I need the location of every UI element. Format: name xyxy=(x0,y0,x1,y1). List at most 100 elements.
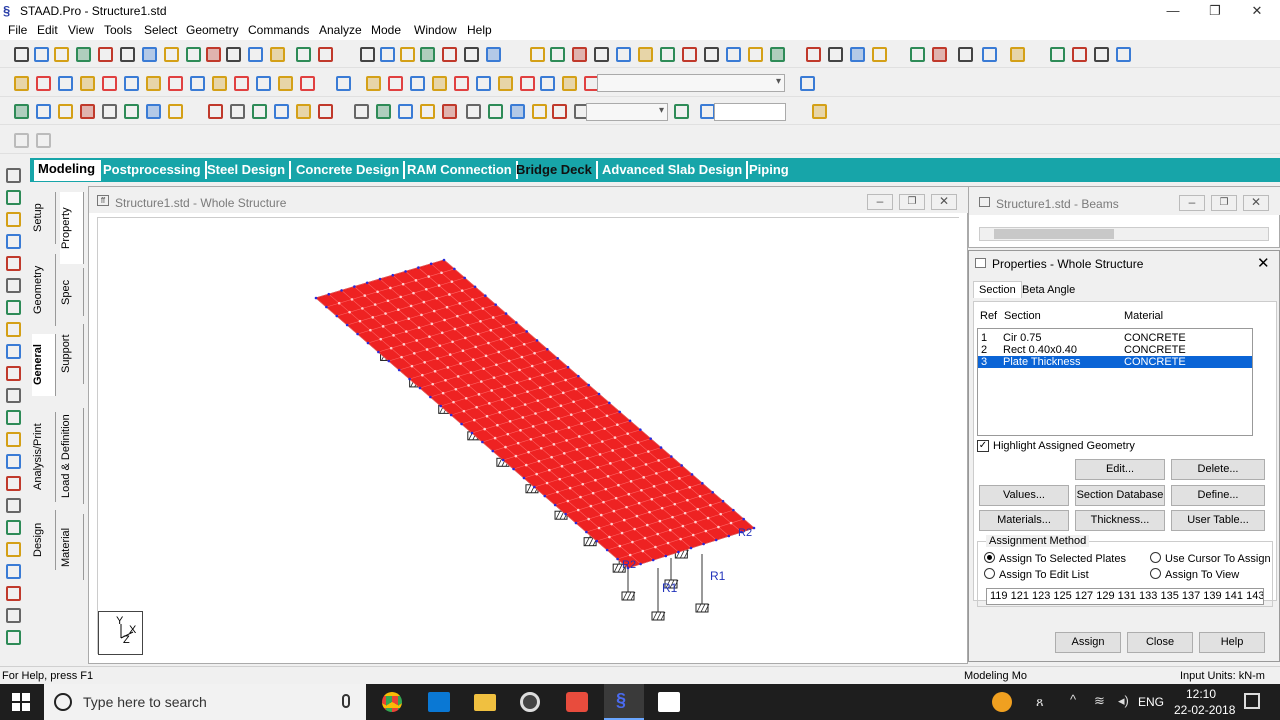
toolbar-tool-icon[interactable] xyxy=(212,76,227,91)
left-tool-icon[interactable] xyxy=(6,476,21,491)
toolbar-tool-icon[interactable] xyxy=(300,76,315,91)
section-list[interactable]: 1 Cir 0.75 CONCRETE 2 Rect 0.40x0.40 CON… xyxy=(977,328,1253,436)
menu-geometry[interactable]: Geometry xyxy=(186,23,239,37)
tray-chevron-icon[interactable]: ^ xyxy=(1070,692,1076,707)
beams-minimize-button[interactable]: – xyxy=(1179,195,1205,211)
toolbar-tool-icon[interactable] xyxy=(80,104,95,119)
toolbar-tool-icon[interactable] xyxy=(748,47,763,62)
toolbar-tool-icon[interactable] xyxy=(248,47,263,62)
toolbar-tool-icon[interactable] xyxy=(932,47,947,62)
toolbar-tool-icon[interactable] xyxy=(142,47,157,62)
toolbar-tool-icon[interactable] xyxy=(34,47,49,62)
values-button[interactable]: Values... xyxy=(979,485,1069,506)
toolbar-tool-icon[interactable] xyxy=(442,47,457,62)
toolbar-tool-icon[interactable] xyxy=(1010,47,1025,62)
scroll-thumb[interactable] xyxy=(994,229,1114,239)
menu-window[interactable]: Window xyxy=(414,23,457,37)
menu-edit[interactable]: Edit xyxy=(37,23,58,37)
toolbar-tool-icon[interactable] xyxy=(806,47,821,62)
toolbar-tool-icon[interactable] xyxy=(102,76,117,91)
toolbar-tool-icon[interactable] xyxy=(540,76,555,91)
menu-select[interactable]: Select xyxy=(144,23,177,37)
left-tool-icon[interactable] xyxy=(6,498,21,513)
tab-concrete-design[interactable]: Concrete Design xyxy=(296,161,406,179)
vtab-analysis-print[interactable]: Analysis/Print xyxy=(32,412,56,502)
toolbar-tool-icon[interactable] xyxy=(168,104,183,119)
toolbar-tool-icon[interactable] xyxy=(98,47,113,62)
toolbar-tool-icon[interactable] xyxy=(36,133,51,148)
assign-button[interactable]: Assign xyxy=(1055,632,1121,653)
tab-bridge-deck[interactable]: Bridge Deck xyxy=(516,161,598,179)
toolbar-tool-icon[interactable] xyxy=(420,47,435,62)
toolbar-tool-icon[interactable] xyxy=(638,47,653,62)
toolbar-tool-icon[interactable] xyxy=(190,76,205,91)
table-row[interactable]: 1 Cir 0.75 CONCRETE xyxy=(978,332,1252,344)
taskbar-search-box[interactable]: Type here to search xyxy=(44,684,366,720)
toolbar-tool-icon[interactable] xyxy=(410,76,425,91)
vtab-spec[interactable]: Spec xyxy=(60,268,84,316)
toolbar-tool-icon[interactable] xyxy=(380,47,395,62)
user-table-button[interactable]: User Table... xyxy=(1171,510,1265,531)
beams-close-button[interactable]: ✕ xyxy=(1243,195,1269,211)
left-tool-icon[interactable] xyxy=(6,278,21,293)
language-indicator[interactable]: ENG xyxy=(1138,695,1164,709)
mdi-restore-button[interactable]: ❐ xyxy=(899,194,925,210)
tab-advanced-slab-design[interactable]: Advanced Slab Design xyxy=(602,161,749,179)
toolbar-tool-icon[interactable] xyxy=(278,76,293,91)
toolbar-tool-icon[interactable] xyxy=(36,76,51,91)
toolbar-tool-icon[interactable] xyxy=(958,47,973,62)
toolbar-tool-icon[interactable] xyxy=(230,104,245,119)
toolbar-tool-icon[interactable] xyxy=(812,104,827,119)
toolbar-tool-icon[interactable] xyxy=(14,76,29,91)
toolbar-tool-icon[interactable] xyxy=(1094,47,1109,62)
structure-model[interactable]: R1 R1 R2 R2 xyxy=(98,218,960,655)
vtab-general[interactable]: General xyxy=(32,334,56,396)
close-button-dialog[interactable]: Close xyxy=(1127,632,1193,653)
toolbar-tool-icon[interactable] xyxy=(360,47,375,62)
toolbar-tool-icon[interactable] xyxy=(454,76,469,91)
toolbar-tool-icon[interactable] xyxy=(146,104,161,119)
toolbar-tool-icon[interactable] xyxy=(442,104,457,119)
tab-postprocessing[interactable]: Postprocessing xyxy=(103,161,207,179)
toolbar-tool-icon[interactable] xyxy=(572,47,587,62)
tab-ram-connection[interactable]: RAM Connection xyxy=(407,161,518,179)
toolbar-tool-icon[interactable] xyxy=(552,104,567,119)
highlight-checkbox[interactable]: ✓ xyxy=(977,440,989,452)
vtab-setup[interactable]: Setup xyxy=(32,192,56,244)
menu-help[interactable]: Help xyxy=(467,23,492,37)
menu-mode[interactable]: Mode xyxy=(371,23,401,37)
people-icon[interactable]: ጸ xyxy=(1036,694,1044,710)
toolbar-tool-icon[interactable] xyxy=(208,104,223,119)
toolbar-tool-icon[interactable] xyxy=(354,104,369,119)
chrome-icon[interactable] xyxy=(382,692,402,712)
toolbar-tool-icon[interactable] xyxy=(234,76,249,91)
toolbar-tool-icon[interactable] xyxy=(252,104,267,119)
toolbar-tool-icon[interactable] xyxy=(674,104,689,119)
tab-section[interactable]: Section xyxy=(973,281,1022,298)
photos-icon[interactable] xyxy=(658,692,680,712)
toolbar-tool-icon[interactable] xyxy=(700,104,715,119)
left-tool-icon[interactable] xyxy=(6,256,21,271)
toolbar-tool-icon[interactable] xyxy=(726,47,741,62)
toolbar-tool-icon[interactable] xyxy=(420,104,435,119)
edit-list-field[interactable]: 119 121 123 125 127 129 131 133 135 137 … xyxy=(986,588,1264,605)
load-dropdown[interactable]: ▾ xyxy=(586,103,668,121)
clock-time[interactable]: 12:10 xyxy=(1186,687,1216,701)
radio-view[interactable]: Assign To View xyxy=(1150,568,1239,581)
help-button[interactable]: Help xyxy=(1199,632,1265,653)
left-tool-icon[interactable] xyxy=(6,212,21,227)
vtab-geometry[interactable]: Geometry xyxy=(32,254,56,326)
app-icon[interactable] xyxy=(520,692,540,712)
menu-tools[interactable]: Tools xyxy=(104,23,132,37)
left-tool-icon[interactable] xyxy=(6,454,21,469)
beams-restore-button[interactable]: ❐ xyxy=(1211,195,1237,211)
toolbar-tool-icon[interactable] xyxy=(296,47,311,62)
toolbar-tool-icon[interactable] xyxy=(14,104,29,119)
toolbar-tool-icon[interactable] xyxy=(376,104,391,119)
vtab-load-definition[interactable]: Load & Definition xyxy=(60,408,84,504)
toolbar-tool-icon[interactable] xyxy=(682,47,697,62)
toolbar-tool-icon[interactable] xyxy=(476,76,491,91)
toolbar-tool-icon[interactable] xyxy=(550,47,565,62)
minimize-button[interactable]: — xyxy=(1150,0,1196,21)
delete-button[interactable]: Delete... xyxy=(1171,459,1265,480)
